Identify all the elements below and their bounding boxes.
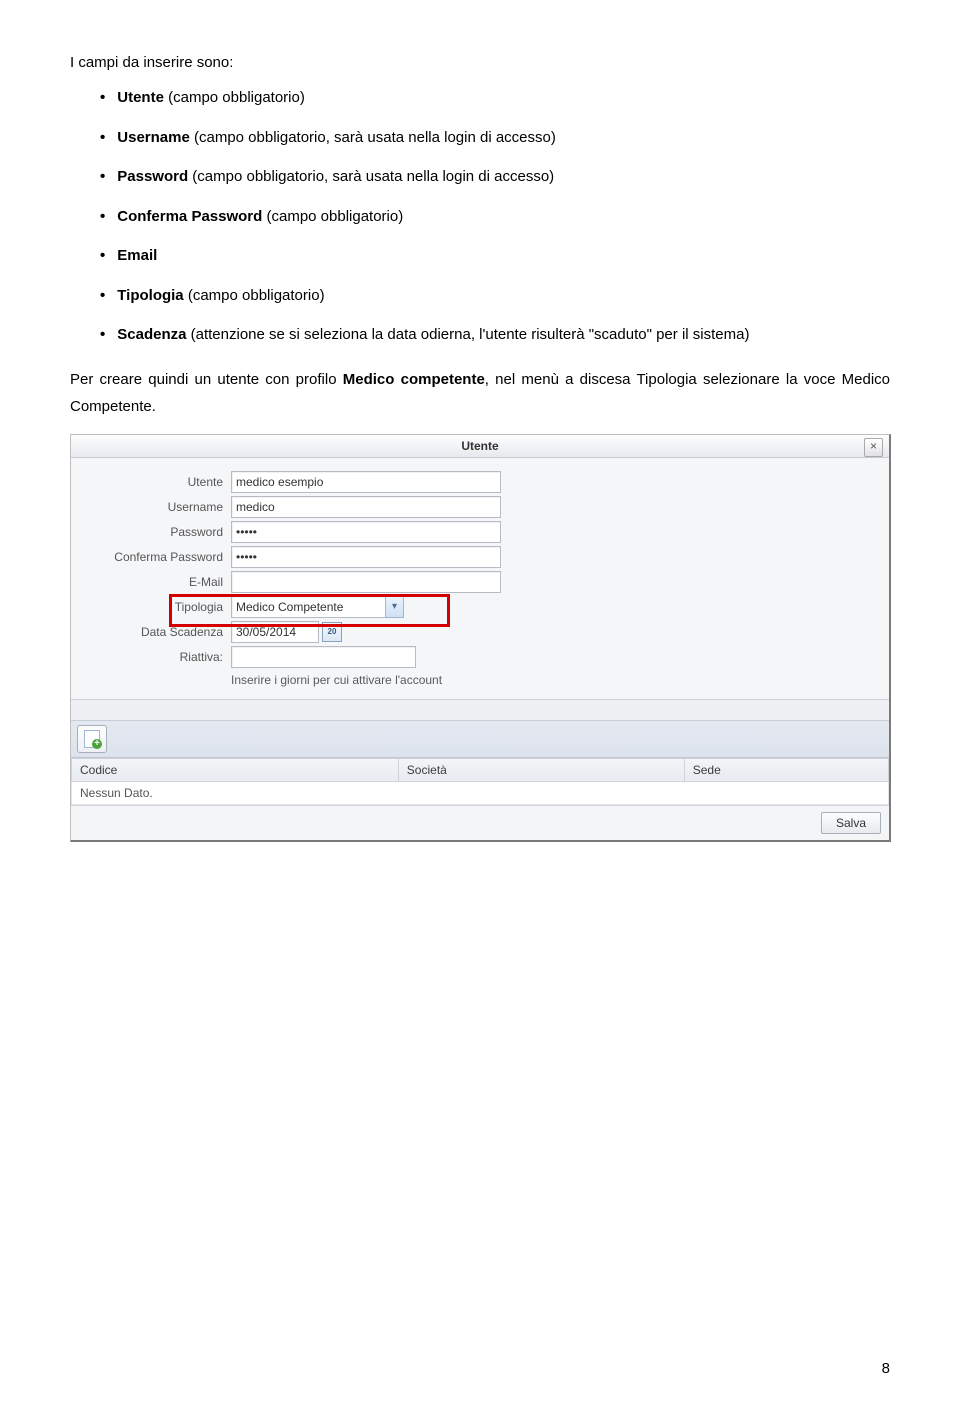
bullet-username-post: (campo obbligatorio, sarà usata nella lo… xyxy=(190,129,556,146)
input-riattiva[interactable] xyxy=(231,646,416,668)
save-button[interactable]: Salva xyxy=(821,812,881,834)
label-scadenza: Data Scadenza xyxy=(83,625,231,639)
row-password: Password xyxy=(83,521,877,543)
form-area: Utente Username Password Conferma Passwo… xyxy=(71,458,889,700)
field-list: Utente (campo obbligatorio) Username (ca… xyxy=(100,85,890,348)
col-sede[interactable]: Sede xyxy=(684,758,888,781)
date-scadenza[interactable]: 20 xyxy=(231,621,342,643)
bullet-scadenza: Scadenza (attenzione se si seleziona la … xyxy=(100,322,890,348)
page-number: 8 xyxy=(882,1360,890,1377)
label-conferma: Conferma Password xyxy=(83,550,231,564)
bullet-email: Email xyxy=(100,243,890,269)
col-codice[interactable]: Codice xyxy=(72,758,399,781)
plus-icon: + xyxy=(92,739,102,749)
label-password: Password xyxy=(83,525,231,539)
bullet-email-strong: Email xyxy=(117,247,157,264)
dialog-footer: Salva xyxy=(71,805,889,840)
bullet-tipologia-post: (campo obbligatorio) xyxy=(184,287,325,304)
dialog-title: Utente xyxy=(461,439,498,453)
bullet-username-strong: Username xyxy=(117,129,190,146)
bullet-utente: Utente (campo obbligatorio) xyxy=(100,85,890,111)
label-email: E-Mail xyxy=(83,575,231,589)
bullet-utente-post: (campo obbligatorio) xyxy=(164,89,305,106)
bullet-tipologia: Tipologia (campo obbligatorio) xyxy=(100,283,890,309)
row-email: E-Mail xyxy=(83,571,877,593)
bullet-conferma-post: (campo obbligatorio) xyxy=(262,208,403,225)
riattiva-hint: Inserire i giorni per cui attivare l'acc… xyxy=(231,671,877,687)
row-username: Username xyxy=(83,496,877,518)
row-tipologia: Tipologia ▾ xyxy=(83,596,877,618)
input-username[interactable] xyxy=(231,496,501,518)
label-tipologia: Tipologia xyxy=(83,600,231,614)
table-header-row: Codice Società Sede xyxy=(72,758,889,781)
select-tipologia[interactable]: ▾ xyxy=(231,596,404,618)
row-conferma: Conferma Password xyxy=(83,546,877,568)
bullet-scadenza-strong: Scadenza xyxy=(117,326,186,343)
bullet-username: Username (campo obbligatorio, sarà usata… xyxy=(100,125,890,151)
close-icon[interactable]: × xyxy=(864,438,883,457)
bullet-utente-strong: Utente xyxy=(117,89,164,106)
intro-text: I campi da inserire sono: xyxy=(70,54,890,71)
label-username: Username xyxy=(83,500,231,514)
instruction-pre: Per creare quindi un utente con profilo xyxy=(70,371,343,388)
table-empty-text: Nessun Dato. xyxy=(72,781,889,804)
utente-dialog: Utente × Utente Username Password Confer… xyxy=(70,434,891,842)
grid-toolbar: + xyxy=(71,720,889,758)
societa-table: Codice Società Sede Nessun Dato. xyxy=(71,758,889,805)
bullet-conferma: Conferma Password (campo obbligatorio) xyxy=(100,204,890,230)
instruction-text: Per creare quindi un utente con profilo … xyxy=(70,366,890,420)
add-button[interactable]: + xyxy=(77,725,107,753)
col-societa[interactable]: Società xyxy=(398,758,684,781)
bullet-password-post: (campo obbligatorio, sarà usata nella lo… xyxy=(188,168,554,185)
label-riattiva: Riattiva: xyxy=(83,650,231,664)
table-row-empty: Nessun Dato. xyxy=(72,781,889,804)
input-utente[interactable] xyxy=(231,471,501,493)
bullet-tipologia-strong: Tipologia xyxy=(117,287,183,304)
row-scadenza: Data Scadenza 20 xyxy=(83,621,877,643)
chevron-down-icon[interactable]: ▾ xyxy=(385,596,404,618)
label-utente: Utente xyxy=(83,475,231,489)
separator-band xyxy=(71,700,889,720)
bullet-password: Password (campo obbligatorio, sarà usata… xyxy=(100,164,890,190)
bullet-conferma-strong: Conferma Password xyxy=(117,208,262,225)
input-scadenza[interactable] xyxy=(231,621,319,643)
input-password[interactable] xyxy=(231,521,501,543)
calendar-icon[interactable]: 20 xyxy=(322,622,342,642)
bullet-scadenza-post: (attenzione se si seleziona la data odie… xyxy=(186,326,749,343)
input-conferma[interactable] xyxy=(231,546,501,568)
row-utente: Utente xyxy=(83,471,877,493)
instruction-strong: Medico competente xyxy=(343,371,485,388)
row-riattiva: Riattiva: xyxy=(83,646,877,668)
select-tipologia-value[interactable] xyxy=(231,596,386,618)
bullet-password-strong: Password xyxy=(117,168,188,185)
input-email[interactable] xyxy=(231,571,501,593)
dialog-titlebar: Utente × xyxy=(71,435,889,458)
